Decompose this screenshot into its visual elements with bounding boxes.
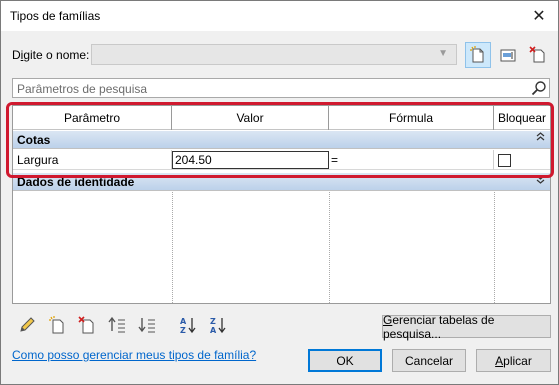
column-divider bbox=[329, 192, 330, 303]
cancel-button[interactable]: Cancelar bbox=[392, 349, 466, 372]
search-placeholder: Parâmetros de pesquisa bbox=[17, 82, 148, 96]
search-input[interactable]: Parâmetros de pesquisa bbox=[12, 78, 550, 98]
svg-text:Z: Z bbox=[180, 326, 186, 334]
dialog-title: Tipos de famílias bbox=[10, 9, 101, 23]
table-row: Largura 204.50 = bbox=[13, 150, 550, 170]
parameter-cell: Largura bbox=[13, 150, 172, 170]
chevron-down-icon: ▼ bbox=[438, 48, 448, 59]
grid-header-row: Parâmetro Valor Fórmula Bloquear bbox=[13, 106, 550, 130]
close-icon[interactable]: ✕ bbox=[526, 5, 552, 27]
new-parameter-icon[interactable] bbox=[46, 314, 68, 336]
manage-lookup-tables-button[interactable]: Gerenciar tabelas de pesquisa... bbox=[382, 313, 551, 341]
family-types-dialog: Tipos de famílias ✕ Digite o nome: ▼ Par… bbox=[0, 0, 559, 385]
move-up-icon[interactable] bbox=[106, 314, 128, 336]
type-name-dropdown[interactable]: ▼ bbox=[91, 44, 457, 65]
title-bar: Tipos de famílias ✕ bbox=[1, 1, 558, 31]
column-divider bbox=[494, 192, 495, 303]
apply-button[interactable]: Aplicar bbox=[476, 349, 551, 372]
sort-ascending-icon[interactable]: A Z bbox=[177, 314, 199, 336]
help-link[interactable]: Como posso gerenciar meus tipos de famíl… bbox=[12, 348, 256, 362]
rename-type-icon[interactable] bbox=[495, 42, 521, 68]
ok-button[interactable]: OK bbox=[308, 349, 382, 372]
value-text: 204.50 bbox=[175, 153, 212, 167]
formula-text: = bbox=[331, 153, 339, 167]
delete-parameter-icon[interactable] bbox=[76, 314, 98, 336]
svg-text:Z: Z bbox=[210, 317, 216, 326]
group-header-identity-data[interactable]: Dados de identidade bbox=[13, 173, 550, 191]
lock-checkbox[interactable] bbox=[498, 154, 511, 167]
column-divider bbox=[172, 192, 173, 303]
expand-icon[interactable] bbox=[536, 174, 545, 187]
delete-type-icon[interactable] bbox=[525, 42, 551, 68]
parameters-grid: Parâmetro Valor Fórmula Bloquear Cotas L… bbox=[12, 105, 551, 304]
group-label: Cotas bbox=[17, 133, 51, 147]
column-header-value[interactable]: Valor bbox=[172, 106, 329, 130]
collapse-icon[interactable] bbox=[536, 132, 545, 145]
svg-text:A: A bbox=[180, 317, 187, 326]
group-header-dimensions[interactable]: Cotas bbox=[13, 131, 550, 149]
edit-pencil-icon[interactable] bbox=[16, 314, 38, 336]
group-label: Dados de identidade bbox=[17, 175, 135, 189]
formula-cell[interactable]: = bbox=[329, 150, 494, 170]
svg-text:A: A bbox=[210, 326, 217, 334]
move-down-icon[interactable] bbox=[136, 314, 158, 336]
column-header-lock[interactable]: Bloquear bbox=[494, 106, 550, 130]
search-icon[interactable] bbox=[531, 80, 547, 99]
type-name-label: Digite o nome: bbox=[12, 48, 90, 62]
parameter-name: Largura bbox=[17, 153, 59, 167]
column-header-formula[interactable]: Fórmula bbox=[329, 106, 494, 130]
value-field[interactable]: 204.50 bbox=[172, 151, 329, 169]
column-header-parameter[interactable]: Parâmetro bbox=[13, 106, 172, 130]
sort-descending-icon[interactable]: Z A bbox=[207, 314, 229, 336]
new-type-icon[interactable] bbox=[465, 42, 491, 68]
